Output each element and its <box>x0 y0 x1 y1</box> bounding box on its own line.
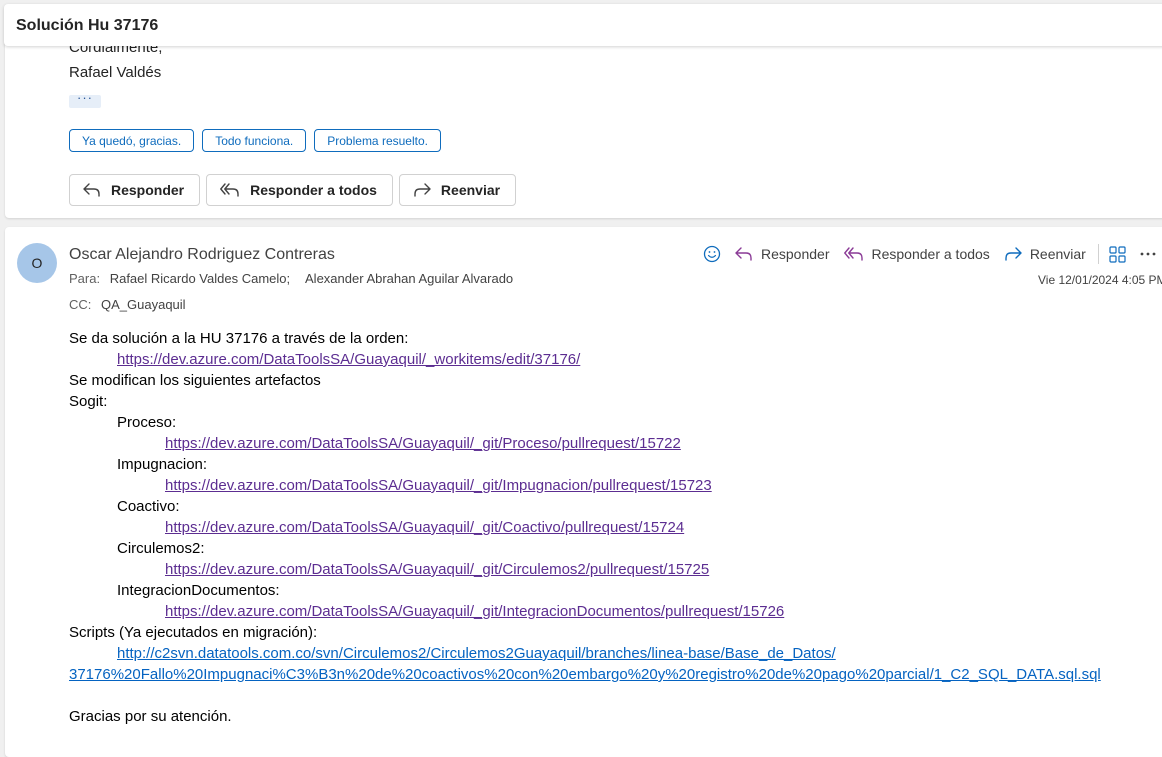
pullrequest-link[interactable]: https://dev.azure.com/DataToolsSA/Guayaq… <box>165 519 684 536</box>
cc-label: CC: <box>69 297 92 312</box>
repo-name: Proceso: <box>117 414 177 431</box>
suggested-reply-chip[interactable]: Todo funciona. <box>202 129 307 152</box>
sender-name[interactable]: Oscar Alejandro Rodriguez Contreras <box>69 246 335 264</box>
reply-all-icon <box>843 247 863 261</box>
pullrequest-link[interactable]: https://dev.azure.com/DataToolsSA/Guayaq… <box>165 561 709 578</box>
repo-name: IntegracionDocumentos: <box>117 582 280 599</box>
reply-button[interactable]: Responder <box>69 174 201 206</box>
more-icon[interactable] <box>1140 252 1156 256</box>
pullrequest-link[interactable]: https://dev.azure.com/DataToolsSA/Guayaq… <box>165 477 712 494</box>
scripts-link[interactable]: http://c2svn.datatools.com.co/svn/Circul… <box>117 645 836 662</box>
message-header-actions: Responder Responder a todos Reenviar <box>703 243 1156 265</box>
reply-button-label: Responder <box>111 182 185 198</box>
recipient[interactable]: Alexander Abrahan Aguilar Alvarado <box>305 271 513 286</box>
scripts-label: Scripts (Ya ejecutados en migración): <box>69 624 318 641</box>
repo-name: Coactivo: <box>117 498 180 515</box>
header-forward-label: Reenviar <box>1029 246 1086 262</box>
avatar[interactable]: O <box>17 243 57 283</box>
forward-icon <box>1005 247 1022 261</box>
header-reply-button[interactable]: Responder <box>735 246 830 262</box>
apps-icon[interactable] <box>1109 245 1126 263</box>
forward-button-label: Reenviar <box>440 182 501 198</box>
reply-icon <box>735 247 752 261</box>
recipient[interactable]: Rafael Ricardo Valdes Camelo; <box>110 271 290 286</box>
header-forward-button[interactable]: Reenviar <box>1004 246 1086 262</box>
pullrequest-link[interactable]: https://dev.azure.com/DataToolsSA/Guayaq… <box>165 603 784 620</box>
suggested-reply-chip[interactable]: Problema resuelto. <box>314 129 441 152</box>
header-reply-label: Responder <box>761 246 830 262</box>
closing-text: Gracias por su atención. <box>69 708 232 725</box>
subject-bar: Solución Hu 37176 <box>4 4 1162 46</box>
header-reply-all-button[interactable]: Responder a todos <box>843 246 990 262</box>
smiley-icon[interactable] <box>703 245 721 263</box>
forward-button[interactable]: Reenviar <box>398 174 517 206</box>
message-body: Se da solución a la HU 37176 a través de… <box>69 328 1162 727</box>
reply-all-button-label: Responder a todos <box>250 182 377 198</box>
repo-name: Circulemos2: <box>117 540 205 557</box>
forward-icon <box>414 183 431 197</box>
cc-line: CC: QA_Guayaquil <box>69 297 186 312</box>
cc-recipient[interactable]: QA_Guayaquil <box>101 297 186 312</box>
body-intro: Se da solución a la HU 37176 a través de… <box>69 330 409 347</box>
sogit-label: Sogit: <box>69 393 108 410</box>
to-line: Para: Rafael Ricardo Valdes Camelo; Alex… <box>69 271 525 286</box>
previous-message-card: Cordialmente, Rafael Valdés ··· Ya quedó… <box>5 40 1162 218</box>
header-divider <box>1097 244 1099 264</box>
subject-title: Solución Hu 37176 <box>16 17 159 34</box>
previous-signature: Rafael Valdés <box>69 64 162 81</box>
workitem-link[interactable]: https://dev.azure.com/DataToolsSA/Guayaq… <box>117 351 580 368</box>
message-date: Vie 12/01/2024 4:05 PM <box>1038 273 1162 287</box>
reply-icon <box>83 183 100 197</box>
suggested-replies: Ya quedó, gracias. Todo funciona. Proble… <box>69 129 441 152</box>
repo-name: Impugnacion: <box>117 456 208 473</box>
pullrequest-link[interactable]: https://dev.azure.com/DataToolsSA/Guayaq… <box>165 435 681 452</box>
expand-quoted-button[interactable]: ··· <box>69 91 101 108</box>
suggested-reply-chip[interactable]: Ya quedó, gracias. <box>69 129 195 152</box>
reply-all-button[interactable]: Responder a todos <box>206 174 393 206</box>
to-label: Para: <box>69 271 101 286</box>
reply-all-icon <box>220 183 239 197</box>
previous-message-actions: Responder Responder a todos Reenviar <box>69 174 517 206</box>
header-reply-all-label: Responder a todos <box>871 246 990 262</box>
artifacts-intro: Se modifican los siguientes artefactos <box>69 372 321 389</box>
scripts-link-continued[interactable]: 37176%20Fallo%20Impugnaci%C3%B3n%20de%20… <box>69 666 1101 683</box>
message-card: O Oscar Alejandro Rodriguez Contreras Pa… <box>5 227 1162 757</box>
